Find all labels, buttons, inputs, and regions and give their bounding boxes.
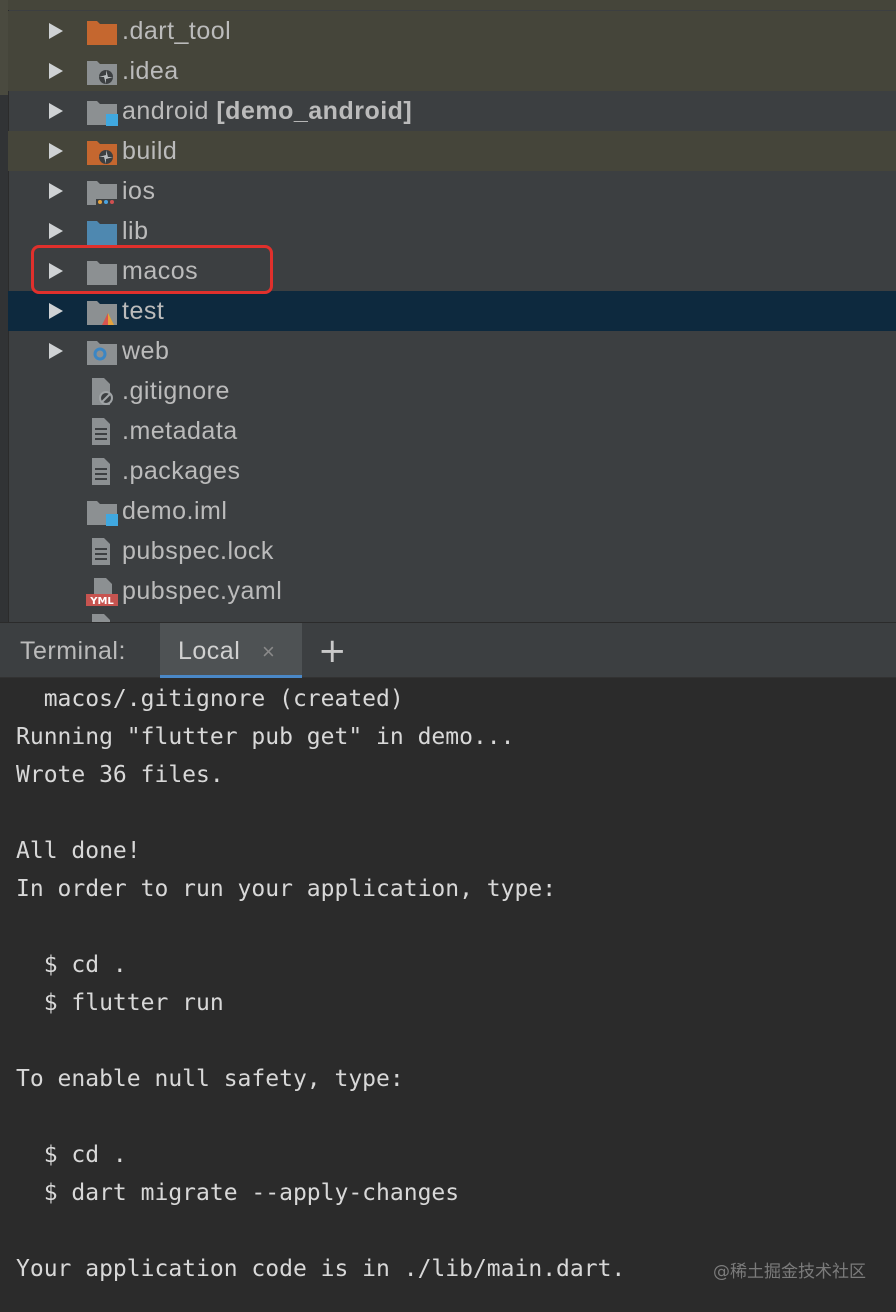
tree-item-label: android [demo_android] [122, 97, 413, 125]
expand-arrow-icon[interactable] [49, 303, 63, 319]
terminal-output[interactable]: macos/.gitignore (created) Running "flut… [0, 678, 896, 1312]
text-file-icon [92, 418, 110, 445]
tree-item-label: pubspec.lock [122, 537, 274, 565]
expand-arrow-icon[interactable] [49, 343, 63, 359]
tree-item-label: .dart_tool [122, 17, 232, 45]
tab-local-label: Local [178, 637, 241, 665]
tree-item-label: ios [122, 177, 156, 205]
project-tree: .dart_tool .idea android [demo_android] … [0, 0, 896, 622]
module-folder-icon [87, 101, 118, 126]
expand-arrow-icon[interactable] [49, 183, 63, 199]
tree-item-label: lib [122, 217, 149, 245]
ignore-file-icon [92, 378, 113, 405]
tree-item-test[interactable]: test [8, 291, 896, 331]
tree-item-demo-iml[interactable]: demo.iml [8, 491, 896, 531]
terminal-line: macos/.gitignore (created) [16, 686, 404, 712]
tree-item-label: test [122, 297, 165, 325]
tree-item-pubspec-yaml[interactable]: YML pubspec.yaml [8, 571, 896, 611]
terminal-line: $ cd . [16, 1142, 127, 1168]
module-name: [demo_android] [216, 97, 413, 125]
expand-arrow-icon[interactable] [49, 63, 63, 79]
tree-item-label: build [122, 137, 178, 165]
source-folder-icon [87, 221, 117, 245]
tree-item-dart-tool[interactable]: .dart_tool [8, 11, 896, 51]
text-file-icon [92, 538, 110, 565]
terminal-line: In order to run your application, type: [16, 876, 557, 902]
terminal-line: Your application code is in ./lib/main.d… [16, 1256, 626, 1282]
terminal-line: Wrote 36 files. [16, 762, 224, 788]
tree-item-label: .metadata [122, 417, 238, 445]
tree-item-label: .packages [122, 457, 241, 485]
text-file-icon [92, 458, 110, 485]
tree-item-gitignore[interactable]: .gitignore [8, 371, 896, 411]
expand-arrow-icon[interactable] [49, 23, 63, 39]
svg-text:YML: YML [89, 596, 114, 607]
terminal-line: $ flutter run [16, 990, 224, 1016]
terminal-line: To enable null safety, type: [16, 1066, 404, 1092]
folder-orange-icon [87, 21, 117, 45]
tree-item-packages[interactable]: .packages [8, 451, 896, 491]
tree-item-label: web [122, 337, 170, 365]
tree-item-label: demo.iml [122, 497, 228, 525]
expand-arrow-icon[interactable] [49, 223, 63, 239]
macos-highlight-box [31, 245, 273, 294]
add-tab-button[interactable]: + [318, 631, 347, 671]
expand-arrow-icon[interactable] [49, 103, 63, 119]
terminal-line: All done! [16, 838, 141, 864]
ios-folder-icon [87, 181, 118, 205]
expand-arrow-icon[interactable] [49, 143, 63, 159]
tree-item-android[interactable]: android [demo_android] [8, 91, 896, 131]
tree-item-metadata[interactable]: .metadata [8, 411, 896, 451]
test-folder-icon [87, 301, 117, 325]
close-icon[interactable]: × [262, 639, 275, 665]
iml-file-icon [87, 501, 118, 526]
terminal-line: $ dart migrate --apply-changes [16, 1180, 460, 1206]
tree-item-partial[interactable] [8, 611, 896, 622]
tree-item-build[interactable]: build [8, 131, 896, 171]
idea-config-folder-icon [87, 61, 117, 85]
watermark: @稀土掘金技术社区 [713, 1262, 866, 1282]
tree-item-pubspec-lock[interactable]: pubspec.lock [8, 531, 896, 571]
tree-item-ios[interactable]: ios [8, 171, 896, 211]
tree-item-label: pubspec.yaml [122, 577, 283, 605]
web-folder-icon [87, 341, 117, 365]
tree-item-label: .gitignore [122, 377, 230, 405]
tree-item-label: .idea [122, 57, 179, 85]
terminal-title: Terminal: [20, 637, 126, 665]
tab-local[interactable]: Local × [160, 623, 302, 679]
tree-item-web[interactable]: web [8, 331, 896, 371]
terminal-tab-bar: Terminal: Local × + [0, 622, 896, 679]
text-file-icon [92, 614, 110, 622]
terminal-line: Running "flutter pub get" in demo... [16, 724, 515, 750]
terminal-line: $ cd . [16, 952, 127, 978]
tree-item-idea[interactable]: .idea [8, 51, 896, 91]
yaml-file-icon: YML [86, 578, 118, 607]
build-excluded-folder-icon [87, 141, 117, 165]
project-root-row[interactable] [8, 0, 896, 10]
